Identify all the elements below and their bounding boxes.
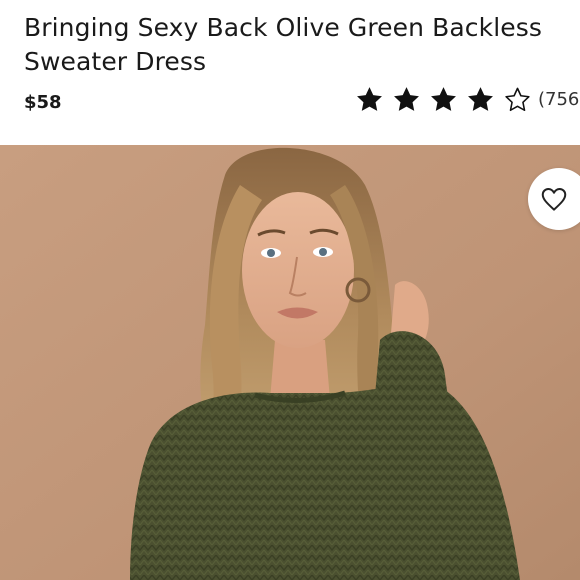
product-page: Bringing Sexy Back Olive Green Backless …	[0, 0, 580, 580]
product-title-line-1: Bringing Sexy Back Olive Green Backless	[24, 13, 542, 42]
star-filled-icon	[355, 85, 384, 114]
review-count[interactable]: (756)	[538, 89, 580, 110]
product-title: Bringing Sexy Back Olive Green Backless …	[24, 11, 580, 79]
product-price: $58	[24, 92, 62, 113]
model-photo-illustration	[0, 145, 580, 580]
product-photo[interactable]	[0, 145, 580, 580]
star-filled-icon	[392, 85, 421, 114]
rating-stars[interactable]: (756)	[355, 83, 580, 115]
heart-outline-icon	[541, 188, 567, 211]
product-title-line-2: Sweater Dress	[24, 47, 207, 76]
product-header: Bringing Sexy Back Olive Green Backless …	[0, 0, 580, 145]
star-outline-icon	[503, 85, 532, 114]
star-filled-icon	[466, 85, 495, 114]
star-filled-icon	[429, 85, 458, 114]
